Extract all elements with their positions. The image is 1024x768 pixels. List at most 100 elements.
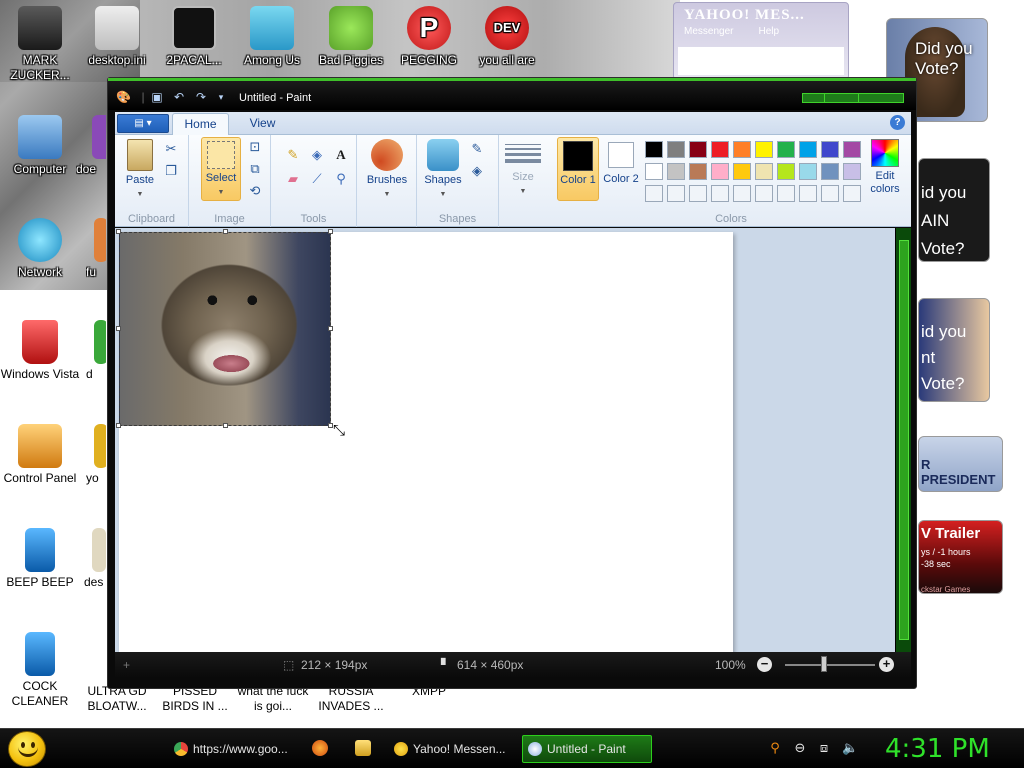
rotate-icon[interactable]: ⟲ (245, 181, 265, 201)
zoom-in-button[interactable]: + (879, 657, 894, 672)
search-icon[interactable]: ⚲ (768, 741, 782, 755)
close-button[interactable] (859, 94, 903, 102)
desktop-icon-among-us[interactable]: Among Us (232, 6, 312, 68)
folder-icon[interactable] (355, 740, 371, 756)
palette-swatch[interactable] (645, 185, 663, 202)
fill-icon[interactable]: ◈ (307, 145, 327, 165)
desktop-icon-bad-piggies[interactable]: Bad Piggies (311, 6, 391, 68)
palette-swatch[interactable] (755, 163, 773, 180)
help-icon[interactable]: ? (890, 115, 905, 130)
resize-handle[interactable] (328, 229, 333, 234)
palette-swatch[interactable] (777, 163, 795, 180)
palette-swatch[interactable] (821, 185, 839, 202)
resize-handle[interactable] (223, 229, 228, 234)
mccain-did-you-vote[interactable]: id you AIN Vote? (918, 158, 990, 262)
desktop-icon-doe[interactable]: doe (76, 115, 106, 177)
eraser-icon[interactable]: ▰ (283, 169, 303, 189)
palette-swatch[interactable] (711, 141, 729, 158)
palette-swatch[interactable] (689, 141, 707, 158)
pasted-cat-image[interactable] (119, 232, 331, 426)
paint-icon[interactable]: 🎨 (116, 91, 131, 103)
yahoo-menu-messenger[interactable]: Messenger (684, 26, 733, 37)
maximize-button[interactable] (825, 94, 859, 102)
outline-icon[interactable]: ✎ (467, 139, 487, 159)
color1-button[interactable]: Color 1 (557, 137, 599, 201)
palette-swatch[interactable] (645, 163, 663, 180)
palette-swatch[interactable] (645, 141, 663, 158)
palette-swatch[interactable] (733, 185, 751, 202)
redo-icon[interactable]: ↷ (194, 91, 208, 103)
minus-circle-icon[interactable]: ⊖ (793, 741, 807, 755)
start-button[interactable] (8, 731, 46, 767)
desktop-icon-mark-zucker[interactable]: MARK ZUCKER... (0, 6, 80, 83)
palette-swatch[interactable] (711, 163, 729, 180)
minimize-button[interactable] (803, 94, 825, 102)
customize-quick-access-icon[interactable]: ▾ (214, 91, 228, 103)
edit-colors-button[interactable]: Edit colors (863, 139, 907, 196)
desktop-icon-control-panel[interactable]: Control Panel (0, 424, 80, 486)
volume-icon[interactable]: 🔈 (842, 741, 858, 755)
drawing-canvas[interactable]: ⤡ (116, 229, 733, 652)
desktop-icon-yo[interactable]: yo (86, 424, 106, 486)
desktop-icon-windows-vista[interactable]: Windows Vista (0, 320, 80, 382)
resize-handle[interactable] (328, 326, 333, 331)
palette-swatch[interactable] (777, 141, 795, 158)
palette-swatch[interactable] (667, 141, 685, 158)
desktop-icon-desktop-ini[interactable]: desktop.ini (77, 6, 157, 68)
text-icon[interactable]: A (331, 145, 351, 165)
palette-swatch[interactable] (821, 163, 839, 180)
zoom-slider[interactable] (785, 664, 875, 666)
palette-swatch[interactable] (711, 185, 729, 202)
title-bar[interactable]: 🎨 | ▣ ↶ ↷ ▾ Untitled - Paint (108, 78, 916, 110)
zoom-out-button[interactable]: − (757, 657, 772, 672)
paint-window[interactable]: 🎨 | ▣ ↶ ↷ ▾ Untitled - Paint ▤ ▾ Home Vi… (107, 77, 917, 689)
palette-swatch[interactable] (799, 141, 817, 158)
app-menu-button[interactable]: ▤ ▾ (117, 114, 169, 133)
desktop-icon-d[interactable]: d (86, 320, 106, 382)
palette-swatch[interactable] (733, 141, 751, 158)
desktop-icon-computer[interactable]: Computer (0, 115, 80, 177)
yahoo-menu-help[interactable]: Help (758, 26, 779, 37)
desktop-icon-2pacal[interactable]: 2PACAL... (154, 6, 234, 68)
desktop-icon-fu[interactable]: fu (86, 218, 106, 280)
desktop-icon-des[interactable]: des (84, 528, 106, 590)
magnifier-icon[interactable]: ⚲ (331, 169, 351, 189)
palette-swatch[interactable] (799, 163, 817, 180)
clock[interactable]: 4:31 PM (885, 733, 990, 765)
president-badge[interactable]: R PRESIDENT (918, 436, 1003, 492)
paste-button[interactable]: Paste ▼ (121, 139, 159, 201)
pencil-icon[interactable]: ✎ (283, 145, 303, 165)
resize-handle[interactable] (116, 423, 121, 428)
palette-swatch[interactable] (799, 185, 817, 202)
resize-icon[interactable]: ⧉ (245, 159, 265, 179)
desktop-icon-cock-cleaner[interactable]: COCK CLEANER (0, 632, 80, 709)
undo-icon[interactable]: ↶ (172, 91, 186, 103)
desktop-icon-you-all-are[interactable]: DEV you all are (467, 6, 547, 68)
firefox-icon[interactable] (312, 740, 328, 756)
trailer-badge[interactable]: V Trailer ys / -1 hours -38 sec ckstar G… (918, 520, 1003, 594)
palette-swatch[interactable] (689, 163, 707, 180)
window-controls[interactable] (802, 93, 904, 103)
tab-view[interactable]: View (235, 113, 290, 135)
desktop-icon-pegging[interactable]: P PEGGING (389, 6, 469, 68)
taskbar-item-yahoo[interactable]: Yahoo! Messen... (388, 735, 516, 763)
fill-shape-icon[interactable]: ◈ (467, 161, 487, 181)
palette-swatch[interactable] (667, 185, 685, 202)
palette-swatch[interactable] (843, 185, 861, 202)
crop-icon[interactable]: ⊡ (245, 137, 265, 157)
palette-swatch[interactable] (667, 163, 685, 180)
palette-swatch[interactable] (755, 185, 773, 202)
palette-swatch[interactable] (689, 185, 707, 202)
clinton-did-you-vote[interactable]: id you nt Vote? (918, 298, 990, 402)
palette-swatch[interactable] (821, 141, 839, 158)
network-icon[interactable]: ⧈ (817, 741, 831, 755)
scrollbar-thumb[interactable] (899, 240, 909, 640)
vertical-scrollbar[interactable] (895, 228, 911, 652)
palette-swatch[interactable] (755, 141, 773, 158)
desktop-icon-beep-beep[interactable]: BEEP BEEP (0, 528, 80, 590)
color2-button[interactable]: Color 2 (601, 140, 641, 186)
zoom-slider-thumb[interactable] (821, 656, 827, 672)
palette-swatch[interactable] (843, 163, 861, 180)
taskbar-item-chrome[interactable]: https://www.goo... (168, 735, 296, 763)
color-picker-icon[interactable]: ⟋ (307, 169, 327, 189)
